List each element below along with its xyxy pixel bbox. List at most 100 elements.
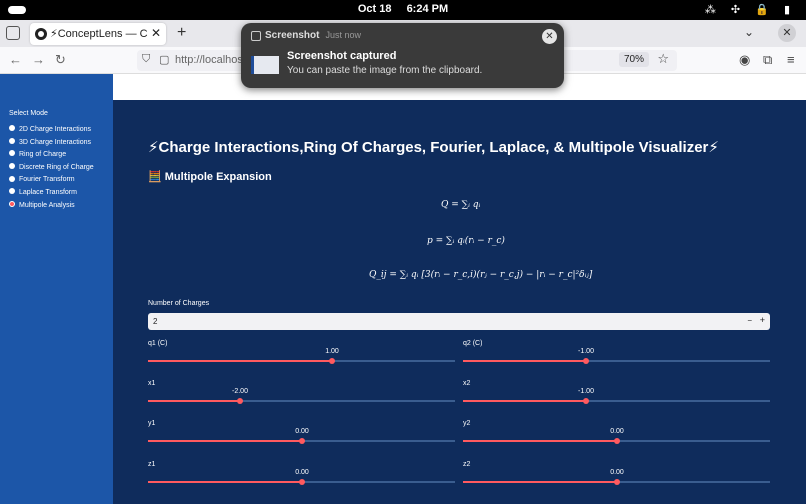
slider-label: z1 [148, 461, 156, 468]
slider-handle[interactable] [329, 358, 335, 364]
mode-option[interactable]: 3D Charge Interactions [9, 137, 91, 146]
mode-option[interactable]: Fourier Transform [9, 175, 75, 184]
sidebar: Select Mode 2D Charge Interactions 3D Cha… [0, 74, 113, 504]
notification-time: Just now [325, 30, 361, 40]
radio-button[interactable] [9, 200, 15, 207]
slider-fill [148, 481, 302, 483]
slider-label: q1 (C) [148, 340, 168, 347]
mode-option-label: Ring of Charge [19, 151, 67, 159]
extensions-icon[interactable]: ⧉ [763, 52, 772, 68]
num-charges-value[interactable]: 2 [153, 317, 157, 326]
slider-handle[interactable] [614, 479, 620, 485]
zoom-level-button[interactable]: 70% [618, 52, 649, 67]
slider[interactable]: -1.00 [463, 348, 770, 370]
time-label: 6:24 PM [406, 3, 449, 15]
menu-icon[interactable]: ≡ [787, 52, 795, 67]
radio-button[interactable] [9, 137, 15, 144]
notification-source: Screenshot Just now [265, 30, 361, 41]
slider-label: y2 [463, 420, 471, 427]
active-tab[interactable]: ⚡ConceptLens — Charg ✕ [30, 23, 166, 45]
formula-quadrupole-tensor: Q_ij = ∑ᵢ qᵢ [3(rᵢ − r_c,i)(rⱼ − r_c,j) … [369, 270, 593, 280]
slider[interactable]: -2.00 [148, 388, 455, 410]
url-text[interactable]: http://localhost [175, 54, 246, 66]
num-charges-input[interactable]: 2 − + [148, 313, 770, 330]
tab-close-icon[interactable]: ✕ [151, 26, 161, 40]
slider-handle[interactable] [299, 479, 305, 485]
notification-message: You can paste the image from the clipboa… [287, 65, 483, 76]
forward-icon[interactable]: → [32, 52, 45, 67]
decrement-button[interactable]: − [747, 316, 752, 325]
slider-handle[interactable] [237, 398, 243, 404]
formula-total-charge: Q = ∑ᵢ qᵢ [441, 200, 481, 210]
notification-heading: Screenshot captured [287, 50, 397, 62]
mode-option[interactable]: Discrete Ring of Charge [9, 162, 94, 171]
chevron-down-icon[interactable]: ⌄ [744, 25, 754, 39]
mode-option-label: Fourier Transform [19, 176, 75, 184]
mode-option-label: 2D Charge Interactions [19, 126, 91, 133]
slider-value: 0.00 [295, 469, 309, 476]
slider-fill [463, 400, 586, 402]
new-tab-button[interactable]: + [177, 24, 186, 42]
mode-option-label: Multipole Analysis [19, 201, 75, 209]
mode-option-label: 3D Charge Interactions [19, 138, 91, 146]
slider-value: 0.00 [295, 428, 309, 435]
radio-button[interactable] [9, 162, 15, 169]
slider-label: q2 (C) [463, 340, 483, 347]
slider-label: x2 [463, 380, 471, 387]
slider-label: z2 [463, 461, 471, 468]
slider[interactable]: 0.00 [463, 469, 770, 491]
slider-handle[interactable] [299, 438, 305, 444]
system-top-bar: Oct 18 6:24 PM ⁂ ✣ 🔒 ▮ [0, 0, 806, 20]
slider-handle[interactable] [583, 398, 589, 404]
account-icon[interactable]: ◉ [739, 52, 750, 68]
mode-option-label: Discrete Ring of Charge [19, 163, 94, 171]
mode-select-label: Select Mode [9, 110, 48, 117]
window-close-icon[interactable]: ✕ [778, 24, 796, 42]
page-icon[interactable]: ▢ [159, 53, 169, 66]
radio-button[interactable] [9, 125, 15, 132]
slider-fill [463, 481, 617, 483]
slider-fill [148, 440, 302, 442]
slider-value: -2.00 [232, 388, 248, 395]
screenshot-thumbnail[interactable] [251, 56, 279, 74]
screenshot-app-icon [251, 31, 261, 41]
tab-title: ⚡ConceptLens — Charg [50, 28, 148, 40]
mode-option[interactable]: Multipole Analysis [9, 200, 75, 209]
mode-option-label: Laplace Transform [19, 189, 77, 196]
slider[interactable]: 0.00 [148, 428, 455, 450]
mode-option[interactable]: 2D Charge Interactions [9, 125, 91, 133]
radio-button[interactable] [9, 150, 15, 157]
clock[interactable]: Oct 18 6:24 PM [0, 3, 806, 15]
slider-fill [148, 360, 332, 362]
slider[interactable]: 0.00 [148, 469, 455, 491]
slider-value: 0.00 [610, 428, 624, 435]
radio-button[interactable] [9, 188, 15, 195]
shield-icon[interactable]: ⛉ [142, 53, 150, 66]
screenshot-notification[interactable]: Screenshot Just now ✕ Screenshot captured… [241, 23, 564, 88]
notification-close-icon[interactable]: ✕ [542, 29, 557, 44]
date-label: Oct 18 [357, 3, 392, 15]
page-title: ⚡Charge Interactions,Ring Of Charges, Fo… [148, 139, 719, 156]
slider-fill [463, 360, 586, 362]
tab-list-icon[interactable] [6, 26, 20, 40]
slider-fill [148, 400, 240, 402]
favicon-icon [35, 28, 47, 40]
slider-label: x1 [148, 380, 156, 387]
mode-option[interactable]: Laplace Transform [9, 188, 77, 196]
bookmark-star-icon[interactable]: ☆ [657, 51, 669, 67]
slider[interactable]: 1.00 [148, 348, 455, 370]
radio-button[interactable] [9, 175, 15, 182]
increment-button[interactable]: + [760, 315, 765, 325]
slider-handle[interactable] [614, 438, 620, 444]
section-heading: 🧮 Multipole Expansion [148, 171, 272, 183]
slider[interactable]: -1.00 [463, 388, 770, 410]
system-tray-icons[interactable]: ⁂ ✣ 🔒 ▮ [705, 3, 796, 16]
reload-icon[interactable]: ↻ [55, 52, 66, 68]
slider-label: y1 [148, 420, 156, 427]
slider-value: 0.00 [610, 469, 624, 476]
slider[interactable]: 0.00 [463, 428, 770, 450]
back-icon[interactable]: ← [9, 52, 22, 67]
mode-option[interactable]: Ring of Charge [9, 150, 67, 159]
slider-handle[interactable] [583, 358, 589, 364]
formula-dipole-moment: p = ∑ᵢ qᵢ(rᵢ − r_c) [427, 236, 505, 246]
